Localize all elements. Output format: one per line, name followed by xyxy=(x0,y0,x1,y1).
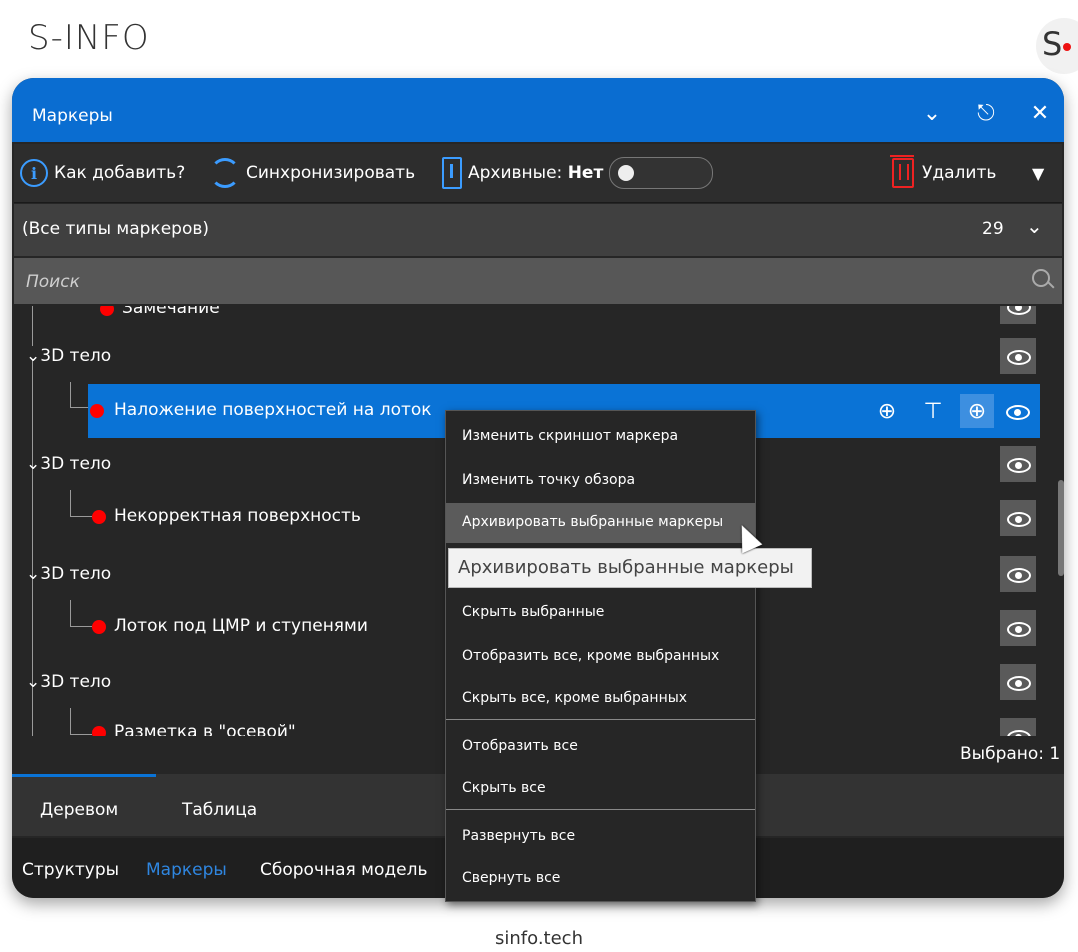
tree-group[interactable]: ⌄3D тело xyxy=(26,346,111,366)
tree-line xyxy=(70,600,71,626)
filter-funnel-icon[interactable]: ▼ xyxy=(1032,159,1044,187)
tab-markers[interactable]: Маркеры xyxy=(146,860,227,880)
eye-icon[interactable] xyxy=(1000,446,1036,482)
tree-group[interactable]: ⌄3D тело xyxy=(26,454,111,474)
menu-item-hide-selected[interactable]: Скрыть выбранные xyxy=(446,593,755,633)
title-bar: Маркеры ⌄ ⎋ ✕ xyxy=(12,78,1064,142)
menu-item-collapse-all[interactable]: Свернуть все xyxy=(446,859,755,899)
chevron-down-icon: ⌄ xyxy=(26,454,41,474)
tree-line xyxy=(70,516,92,517)
chevron-down-icon: ⌄ xyxy=(26,564,41,584)
pin-icon[interactable]: ⎋ xyxy=(972,100,1000,128)
tab-table[interactable]: Таблица xyxy=(182,800,257,820)
menu-item-archive-selected[interactable]: Архивировать выбранные маркеры xyxy=(446,503,755,543)
logo-letter: S xyxy=(1042,25,1063,63)
tab-tree[interactable]: Деревом xyxy=(40,800,118,820)
logo-dot xyxy=(1063,43,1071,51)
menu-item-change-viewpoint[interactable]: Изменить точку обзора xyxy=(446,461,755,501)
sync-button[interactable]: Синхронизировать xyxy=(210,158,416,188)
eye-icon[interactable] xyxy=(1000,500,1036,536)
tree-item-label[interactable]: Лоток под ЦМР и ступенями xyxy=(114,616,368,636)
scrollbar-thumb[interactable] xyxy=(1058,480,1064,576)
toggle-knob xyxy=(618,165,635,181)
panel-title: Маркеры xyxy=(32,106,113,126)
marker-dot xyxy=(92,726,106,736)
tree-item-label[interactable]: Некорректная поверхность xyxy=(114,506,361,526)
archived-toggle[interactable] xyxy=(609,157,714,189)
screenshot-target-icon[interactable]: ⊕ xyxy=(870,394,904,428)
tree-line xyxy=(70,708,71,734)
sync-icon xyxy=(210,158,240,188)
eye-icon[interactable] xyxy=(1000,338,1036,374)
marker-type-filter[interactable]: (Все типы маркеров) 29 ⌄ xyxy=(14,204,1062,256)
chevron-down-icon[interactable]: ⌄ xyxy=(918,100,946,128)
delete-label: Удалить xyxy=(922,163,997,183)
tree-line xyxy=(70,734,92,735)
tree-group[interactable]: ⌄3D тело xyxy=(26,672,111,692)
viewpoint-icon[interactable]: ⊕ xyxy=(960,394,994,428)
archived-label: Архивные: xyxy=(468,163,563,183)
menu-item-hide-all[interactable]: Скрыть все xyxy=(446,769,755,809)
archived-value: Нет xyxy=(567,163,604,183)
tab-structures[interactable]: Структуры xyxy=(22,860,119,880)
marker-dot xyxy=(90,404,104,418)
logo: S xyxy=(1036,18,1078,74)
close-icon[interactable]: ✕ xyxy=(1026,100,1054,128)
active-tab-indicator xyxy=(12,774,156,777)
toolbar: i Как добавить? Синхронизировать Архивны… xyxy=(14,144,1062,203)
tooltip-text: Архивировать выбранные маркеры xyxy=(458,557,794,578)
footer-site: sinfo.tech xyxy=(495,928,583,949)
eye-icon[interactable] xyxy=(1000,718,1036,736)
tree-line xyxy=(70,382,71,408)
marker-dot xyxy=(92,510,106,524)
info-icon: i xyxy=(20,159,48,187)
tree-line xyxy=(70,626,92,627)
menu-item-show-all[interactable]: Отобразить все xyxy=(446,727,755,767)
how-to-add-label: Как добавить? xyxy=(54,163,186,183)
tooltip: Архивировать выбранные маркеры xyxy=(448,548,812,588)
marker-dot xyxy=(92,620,106,634)
chevron-down-icon: ⌄ xyxy=(26,672,41,692)
group-label: 3D тело xyxy=(40,454,112,474)
tree-group[interactable]: ⌄3D тело xyxy=(26,564,111,584)
menu-item-expand-all[interactable]: Развернуть все xyxy=(446,817,755,857)
tree-item-partial[interactable]: Замечание xyxy=(122,306,220,318)
section-icon[interactable]: ⊤ xyxy=(916,394,950,428)
menu-item-change-screenshot[interactable]: Изменить скриншот маркера xyxy=(446,417,755,457)
chevron-down-icon[interactable]: ⌄ xyxy=(1026,214,1043,238)
menu-item-show-all-except-selected[interactable]: Отобразить все, кроме выбранных xyxy=(446,637,755,677)
eye-icon[interactable] xyxy=(1000,394,1034,428)
search-input[interactable] xyxy=(14,258,1028,306)
search-bar xyxy=(14,258,1062,306)
search-icon[interactable] xyxy=(1032,269,1050,287)
menu-item-hide-all-except-selected[interactable]: Скрыть все, кроме выбранных xyxy=(446,679,755,719)
tree-item-label: Наложение поверхностей на лоток xyxy=(114,400,432,420)
delete-button[interactable]: Удалить xyxy=(890,155,997,188)
eye-icon[interactable] xyxy=(1000,306,1036,324)
marker-type-label: (Все типы маркеров) xyxy=(22,219,209,239)
tab-assembly-model[interactable]: Сборочная модель xyxy=(260,860,427,880)
marker-dot xyxy=(100,306,114,316)
selected-count: Выбрано: 1 xyxy=(960,744,1061,764)
chevron-down-icon: ⌄ xyxy=(26,346,41,366)
eye-icon[interactable] xyxy=(1000,556,1036,592)
tree-line xyxy=(70,490,71,516)
tree-line xyxy=(32,306,33,346)
how-to-add-button[interactable]: i Как добавить? xyxy=(20,159,185,187)
marker-count: 29 xyxy=(982,219,1004,239)
archived-filter: Архивные: Нет xyxy=(442,157,714,189)
archive-icon xyxy=(442,157,462,189)
trash-icon xyxy=(890,155,914,188)
group-label: 3D тело xyxy=(40,672,112,692)
menu-separator xyxy=(446,809,755,810)
sync-label: Синхронизировать xyxy=(246,163,416,183)
tree-item-label[interactable]: Разметка в "осевой" xyxy=(114,722,296,736)
brand-name: S-INFO xyxy=(28,18,150,58)
group-label: 3D тело xyxy=(40,564,112,584)
eye-icon[interactable] xyxy=(1000,610,1036,646)
menu-separator xyxy=(446,719,755,720)
context-menu: Изменить скриншот маркера Изменить точку… xyxy=(445,410,756,902)
group-label: 3D тело xyxy=(40,346,112,366)
eye-icon[interactable] xyxy=(1000,664,1036,700)
